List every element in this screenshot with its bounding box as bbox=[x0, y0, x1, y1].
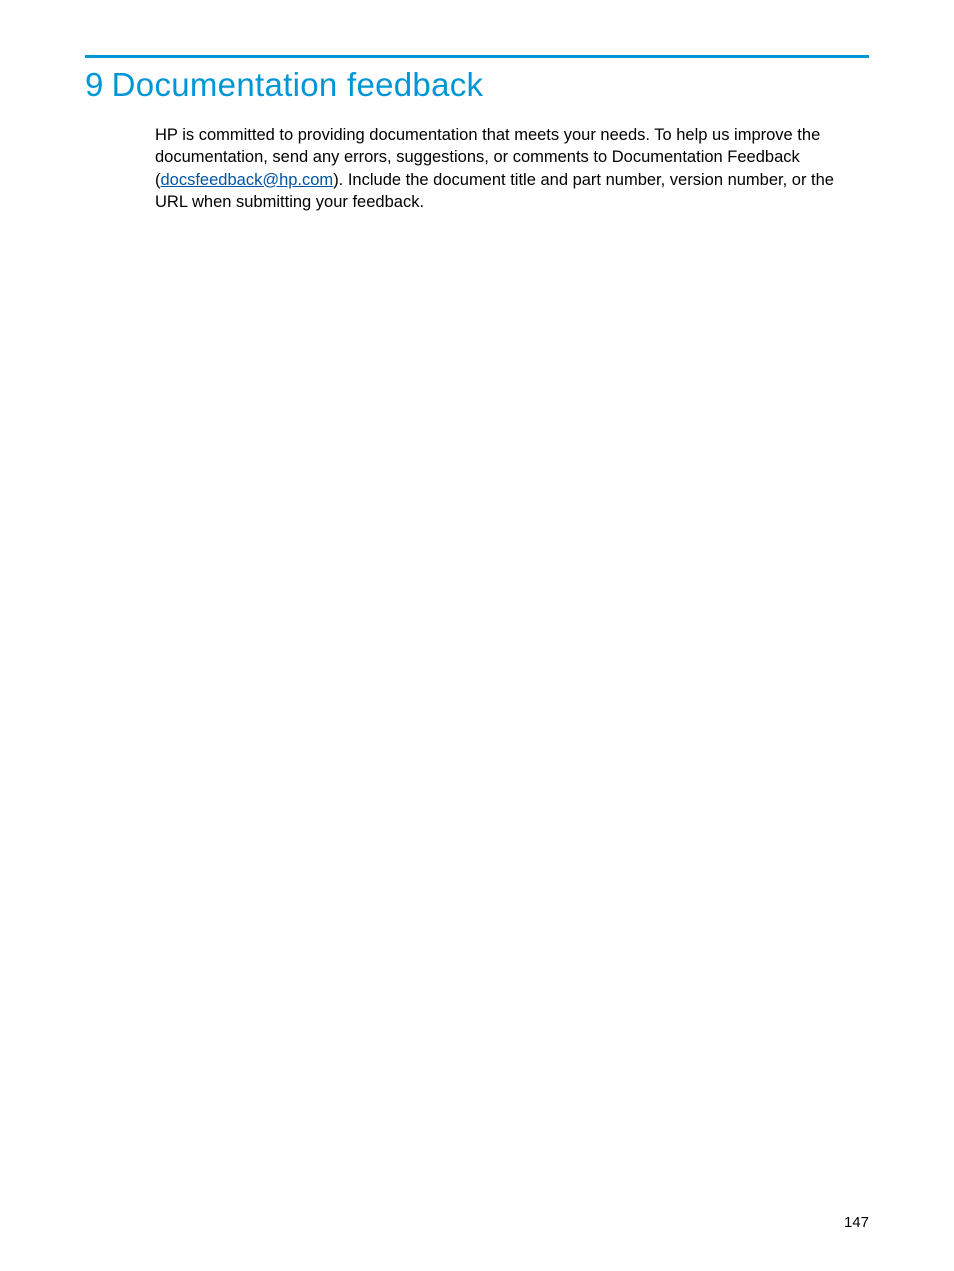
chapter-heading: 9Documentation feedback bbox=[85, 66, 869, 104]
document-page: 9Documentation feedback HP is committed … bbox=[0, 0, 954, 1271]
chapter-title: Documentation feedback bbox=[112, 66, 484, 103]
feedback-email-link[interactable]: docsfeedback@hp.com bbox=[161, 171, 334, 189]
chapter-number: 9 bbox=[85, 66, 104, 103]
header-rule bbox=[85, 55, 869, 58]
body-paragraph: HP is committed to providing documentati… bbox=[155, 124, 869, 213]
page-number: 147 bbox=[844, 1214, 869, 1231]
